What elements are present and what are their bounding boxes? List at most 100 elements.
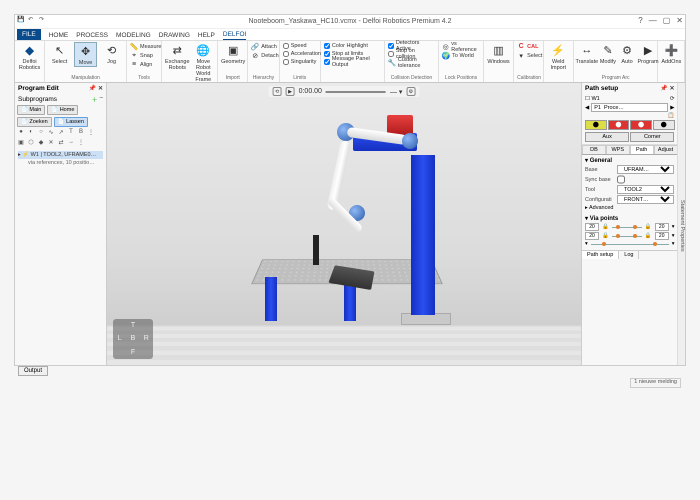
addons-button[interactable]: ➕AddOns — [661, 42, 681, 65]
align-button[interactable]: ≡Align — [130, 60, 161, 69]
reset-button[interactable]: ⟲ — [273, 87, 282, 96]
color-highlight-check[interactable]: Color Highlight — [324, 42, 381, 50]
maximize-icon[interactable]: ▢ — [663, 16, 671, 25]
statement-properties-tab[interactable]: Statement Properties — [677, 83, 685, 365]
attach-button[interactable]: 🔗Attach — [251, 42, 278, 51]
btn-yellow[interactable]: ⬤ — [585, 120, 607, 130]
tool-icon[interactable]: ⬡ — [27, 139, 35, 147]
speed-check[interactable]: Speed — [283, 42, 321, 50]
dropdown-icon[interactable]: ▾ — [672, 233, 675, 239]
tree-node-sub[interactable]: via references, 10 positio… — [18, 159, 103, 167]
via-in-1b[interactable] — [655, 223, 669, 231]
vs-reference-button[interactable]: ◎vs Reference — [442, 42, 480, 51]
copy-icon[interactable]: 📋 — [668, 113, 675, 119]
tool-icon[interactable]: → — [67, 139, 75, 147]
tab-home[interactable]: HOME — [49, 31, 69, 40]
corner-button[interactable]: Corner — [630, 132, 674, 142]
sync-check[interactable] — [617, 175, 625, 184]
to-world-button[interactable]: 🌍To World — [442, 51, 480, 60]
windows-button[interactable]: ▥Windows — [487, 42, 510, 65]
subpgm-home[interactable]: 📄 Home — [47, 105, 78, 115]
auto-button[interactable]: ⚙Auto — [619, 42, 635, 65]
move-robot-world-button[interactable]: 🌐Move Robot World Frame — [193, 42, 215, 83]
singularity-check[interactable]: Singularity — [283, 58, 321, 66]
aux-button[interactable]: Aux — [585, 132, 629, 142]
help-icon[interactable]: ? — [638, 16, 642, 25]
tool-icon[interactable]: ⇄ — [57, 139, 65, 147]
tool-icon[interactable]: ∿ — [47, 129, 55, 137]
move-button[interactable]: ✥Move — [74, 42, 97, 67]
tool-icon[interactable]: ↗ — [57, 129, 65, 137]
via-in-1a[interactable] — [585, 223, 599, 231]
panel-close-icon[interactable]: ✕ — [98, 85, 103, 92]
subpgm-zoeken[interactable]: 📄 Zoeken — [17, 117, 52, 127]
settings-button[interactable]: ⚙ — [406, 87, 415, 96]
jog-button[interactable]: ⟲Jog — [100, 42, 123, 65]
add-icon[interactable]: ＋ — [92, 95, 98, 104]
speed-dropdown[interactable]: — ▾ — [390, 88, 402, 96]
tool-icon[interactable]: ◆ — [37, 139, 45, 147]
cal-select-button[interactable]: ▾Select — [517, 51, 542, 60]
via-in-2a[interactable] — [585, 232, 599, 240]
detach-button[interactable]: ⊘Detach — [251, 51, 278, 60]
via-in-2b[interactable] — [655, 232, 669, 240]
nav-prev-icon[interactable]: ◀ — [585, 105, 589, 111]
tab-delfoi[interactable]: DELFOI — [223, 30, 246, 40]
tab-modeling[interactable]: MODELING — [116, 31, 151, 40]
tab-path[interactable]: Path — [630, 145, 654, 154]
play-button[interactable]: ▶ — [286, 87, 295, 96]
close-icon[interactable]: ✕ — [676, 16, 683, 25]
tool-icon[interactable]: ○ — [37, 129, 45, 137]
select-button[interactable]: ↖Select — [48, 42, 71, 65]
tool-select[interactable]: TOOL2 — [617, 185, 674, 194]
lock-icon[interactable]: 🔒 — [602, 233, 609, 239]
3d-viewport[interactable]: T LBR F ⟲ ▶ 0:00.00 — ▾ ⚙ — [107, 83, 581, 365]
weld-import-button[interactable]: ⚡Weld Import — [547, 42, 570, 71]
status-message[interactable]: 1 nieuwe melding — [630, 378, 681, 388]
msg-panel-check[interactable]: Message Panel Output — [324, 58, 381, 66]
custom-tolerance-button[interactable]: 🔧Custom tolerance — [388, 58, 435, 67]
bottab-log[interactable]: Log — [619, 251, 639, 259]
refresh-icon[interactable]: ⟳ — [670, 96, 675, 102]
bottab-pathsetup[interactable]: Path setup — [582, 251, 619, 259]
tool-icon[interactable]: ✕ — [47, 139, 55, 147]
advanced-toggle[interactable]: ▸ Advanced — [585, 205, 674, 211]
exchange-robots-button[interactable]: ⇄Exchange Robots — [165, 42, 189, 71]
collapse-icon[interactable]: ▾ — [672, 241, 675, 247]
path-select[interactable] — [591, 103, 668, 112]
tool-icon[interactable]: ◐ — [27, 129, 35, 137]
tool-icon[interactable]: ● — [17, 129, 25, 137]
lock-icon[interactable]: 🔒 — [645, 224, 652, 230]
translate-button[interactable]: ↔Translate — [577, 42, 597, 65]
btn-red[interactable]: ⬤ — [608, 120, 630, 130]
output-button[interactable]: Output — [18, 366, 48, 376]
accel-check[interactable]: Acceleration — [283, 50, 321, 58]
delfoi-robotics-button[interactable]: ◆Delfoi Robotics — [18, 42, 41, 71]
qat-save-icon[interactable]: 💾 — [17, 16, 25, 24]
cal-button[interactable]: CCAL — [517, 42, 542, 51]
tab-db[interactable]: DB — [582, 145, 606, 154]
modify-button[interactable]: ✎Modify — [600, 42, 616, 65]
snap-button[interactable]: ⌖Snap — [130, 51, 161, 60]
nav-cube[interactable]: T LBR F — [113, 319, 153, 359]
measure-button[interactable]: 📏Measure — [130, 42, 161, 51]
lock-icon[interactable]: 🔒 — [602, 224, 609, 230]
panel-close-icon[interactable]: ✕ — [669, 85, 674, 92]
tab-file[interactable]: FILE — [17, 29, 41, 40]
tool-icon[interactable]: B — [77, 129, 85, 137]
base-select[interactable]: UFRAM… — [617, 165, 674, 174]
minimize-icon[interactable]: — — [649, 16, 657, 25]
tab-process[interactable]: PROCESS — [76, 31, 108, 40]
subpgm-lassen[interactable]: 📄 Lassen — [54, 117, 88, 127]
nav-next-icon[interactable]: ▶ — [670, 105, 674, 111]
tab-wps[interactable]: WPS — [606, 145, 630, 154]
tab-help[interactable]: HELP — [198, 31, 215, 40]
subpgm-main[interactable]: 📄 Main — [17, 105, 45, 115]
dropdown-icon[interactable]: ▾ — [672, 224, 675, 230]
collapse-icon[interactable]: ▾ — [585, 241, 588, 247]
geometry-button[interactable]: ▣Geometry — [221, 42, 245, 65]
tree-node-w1[interactable]: ▸ ⚡ W1 | TOOL2, UFRAME0… — [18, 151, 103, 159]
tool-icon[interactable]: ▣ — [17, 139, 25, 147]
tool-icon[interactable]: ⋮ — [77, 139, 85, 147]
btn-grey[interactable]: ⬤ — [653, 120, 675, 130]
